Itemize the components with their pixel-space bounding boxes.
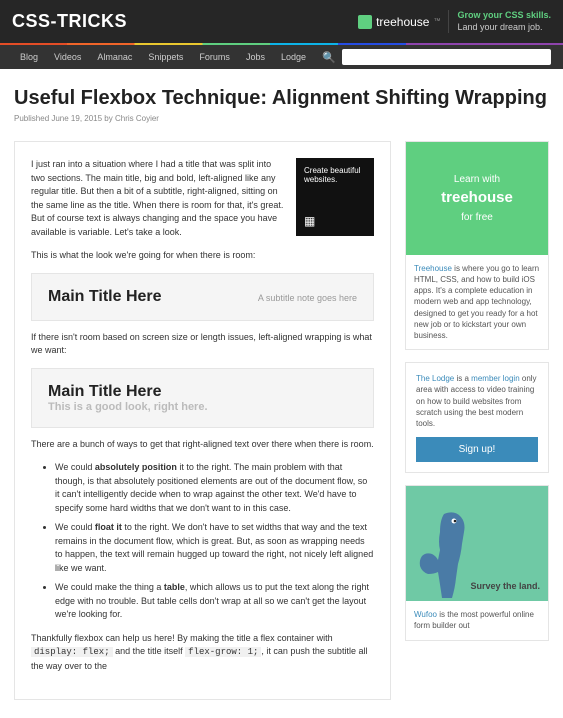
lodge-card: The Lodge is a member login only area wi… [405, 362, 549, 473]
signup-button[interactable]: Sign up! [416, 437, 538, 462]
survey-text: Survey the land. [470, 581, 540, 591]
article-body: I just ran into a situation where I had … [14, 141, 391, 700]
nav-snippets[interactable]: Snippets [140, 45, 191, 69]
example-1: Main Title Here A subtitle note goes her… [31, 273, 374, 321]
sq-ad-text: Create beautiful websites. [304, 166, 366, 184]
search-input[interactable] [342, 49, 551, 65]
article-meta: Published June 19, 2015 by Chris Coyier [14, 114, 549, 123]
promo-line1: Grow your CSS skills. [457, 10, 551, 22]
promo-text: Grow your CSS skills. Land your dream jo… [448, 10, 551, 33]
list-item: We could absolutely position it to the r… [55, 461, 374, 515]
squarespace-icon: ▦ [304, 214, 366, 228]
paragraph-2: If there isn't room based on screen size… [31, 331, 374, 358]
list-item: We could make the thing a table, which a… [55, 581, 374, 622]
paragraph-1: This is what the look we're going for wh… [31, 249, 374, 263]
ex2-title: Main Title Here [48, 383, 357, 401]
nav-blog[interactable]: Blog [12, 45, 46, 69]
th-line3: for free [461, 212, 493, 223]
nav-videos[interactable]: Videos [46, 45, 89, 69]
treehouse-name: treehouse [376, 15, 429, 29]
nav-lodge[interactable]: Lodge [273, 45, 314, 69]
ex1-title: Main Title Here [48, 288, 162, 306]
wufoo-link[interactable]: Wufoo [414, 610, 437, 619]
intro-paragraph: I just ran into a situation where I had … [31, 158, 286, 239]
squarespace-ad[interactable]: Create beautiful websites. ▦ [296, 158, 374, 236]
treehouse-logo: treehouse™ [358, 15, 440, 29]
code-inline: display: flex; [31, 647, 113, 657]
lodge-link[interactable]: The Lodge [416, 374, 454, 383]
promo-line2: Land your dream job. [457, 22, 551, 34]
th-line1: Learn with [454, 174, 500, 185]
ex1-subtitle: A subtitle note goes here [258, 293, 357, 303]
site-header: CSS-TRICKS treehouse™ Grow your CSS skil… [0, 0, 563, 43]
site-logo[interactable]: CSS-TRICKS [12, 11, 127, 32]
content-wrapper: Useful Flexbox Technique: Alignment Shif… [0, 69, 563, 718]
nav-almanac[interactable]: Almanac [89, 45, 140, 69]
wufoo-card[interactable]: Survey the land. Wufoo is the most power… [405, 485, 549, 640]
lodge-text: The Lodge is a member login only area wi… [416, 373, 538, 429]
intro-wrap: I just ran into a situation where I had … [31, 158, 374, 239]
code-inline: flex-grow: 1; [185, 647, 261, 657]
header-promo[interactable]: treehouse™ Grow your CSS skills. Land yo… [358, 10, 551, 33]
paragraph-4: Thankfully flexbox can help us here! By … [31, 632, 374, 674]
treehouse-card[interactable]: Learn with treehouse for free Treehouse … [405, 141, 549, 350]
wufoo-desc: Wufoo is the most powerful online form b… [406, 601, 548, 639]
list-item: We could float it to the right. We don't… [55, 521, 374, 575]
paragraph-3: There are a bunch of ways to get that ri… [31, 438, 374, 452]
sidebar: Learn with treehouse for free Treehouse … [405, 141, 549, 700]
options-list: We could absolutely position it to the r… [55, 461, 374, 622]
layout: I just ran into a situation where I had … [14, 141, 549, 700]
th-line2: treehouse [416, 187, 538, 210]
th-desc: Treehouse is where you go to learn HTML,… [406, 255, 548, 349]
member-login-link[interactable]: member login [471, 374, 519, 383]
th-link[interactable]: Treehouse [414, 264, 452, 273]
main-nav: Blog Videos Almanac Snippets Forums Jobs… [0, 43, 563, 69]
treehouse-icon [358, 15, 372, 29]
nav-jobs[interactable]: Jobs [238, 45, 273, 69]
nav-forums[interactable]: Forums [191, 45, 238, 69]
nav-search: 🔍 [322, 49, 551, 65]
example-2: Main Title Here This is a good look, rig… [31, 368, 374, 428]
article-title: Useful Flexbox Technique: Alignment Shif… [14, 87, 549, 110]
search-icon[interactable]: 🔍 [322, 51, 336, 64]
ex2-subtitle: This is a good look, right here. [48, 401, 357, 413]
